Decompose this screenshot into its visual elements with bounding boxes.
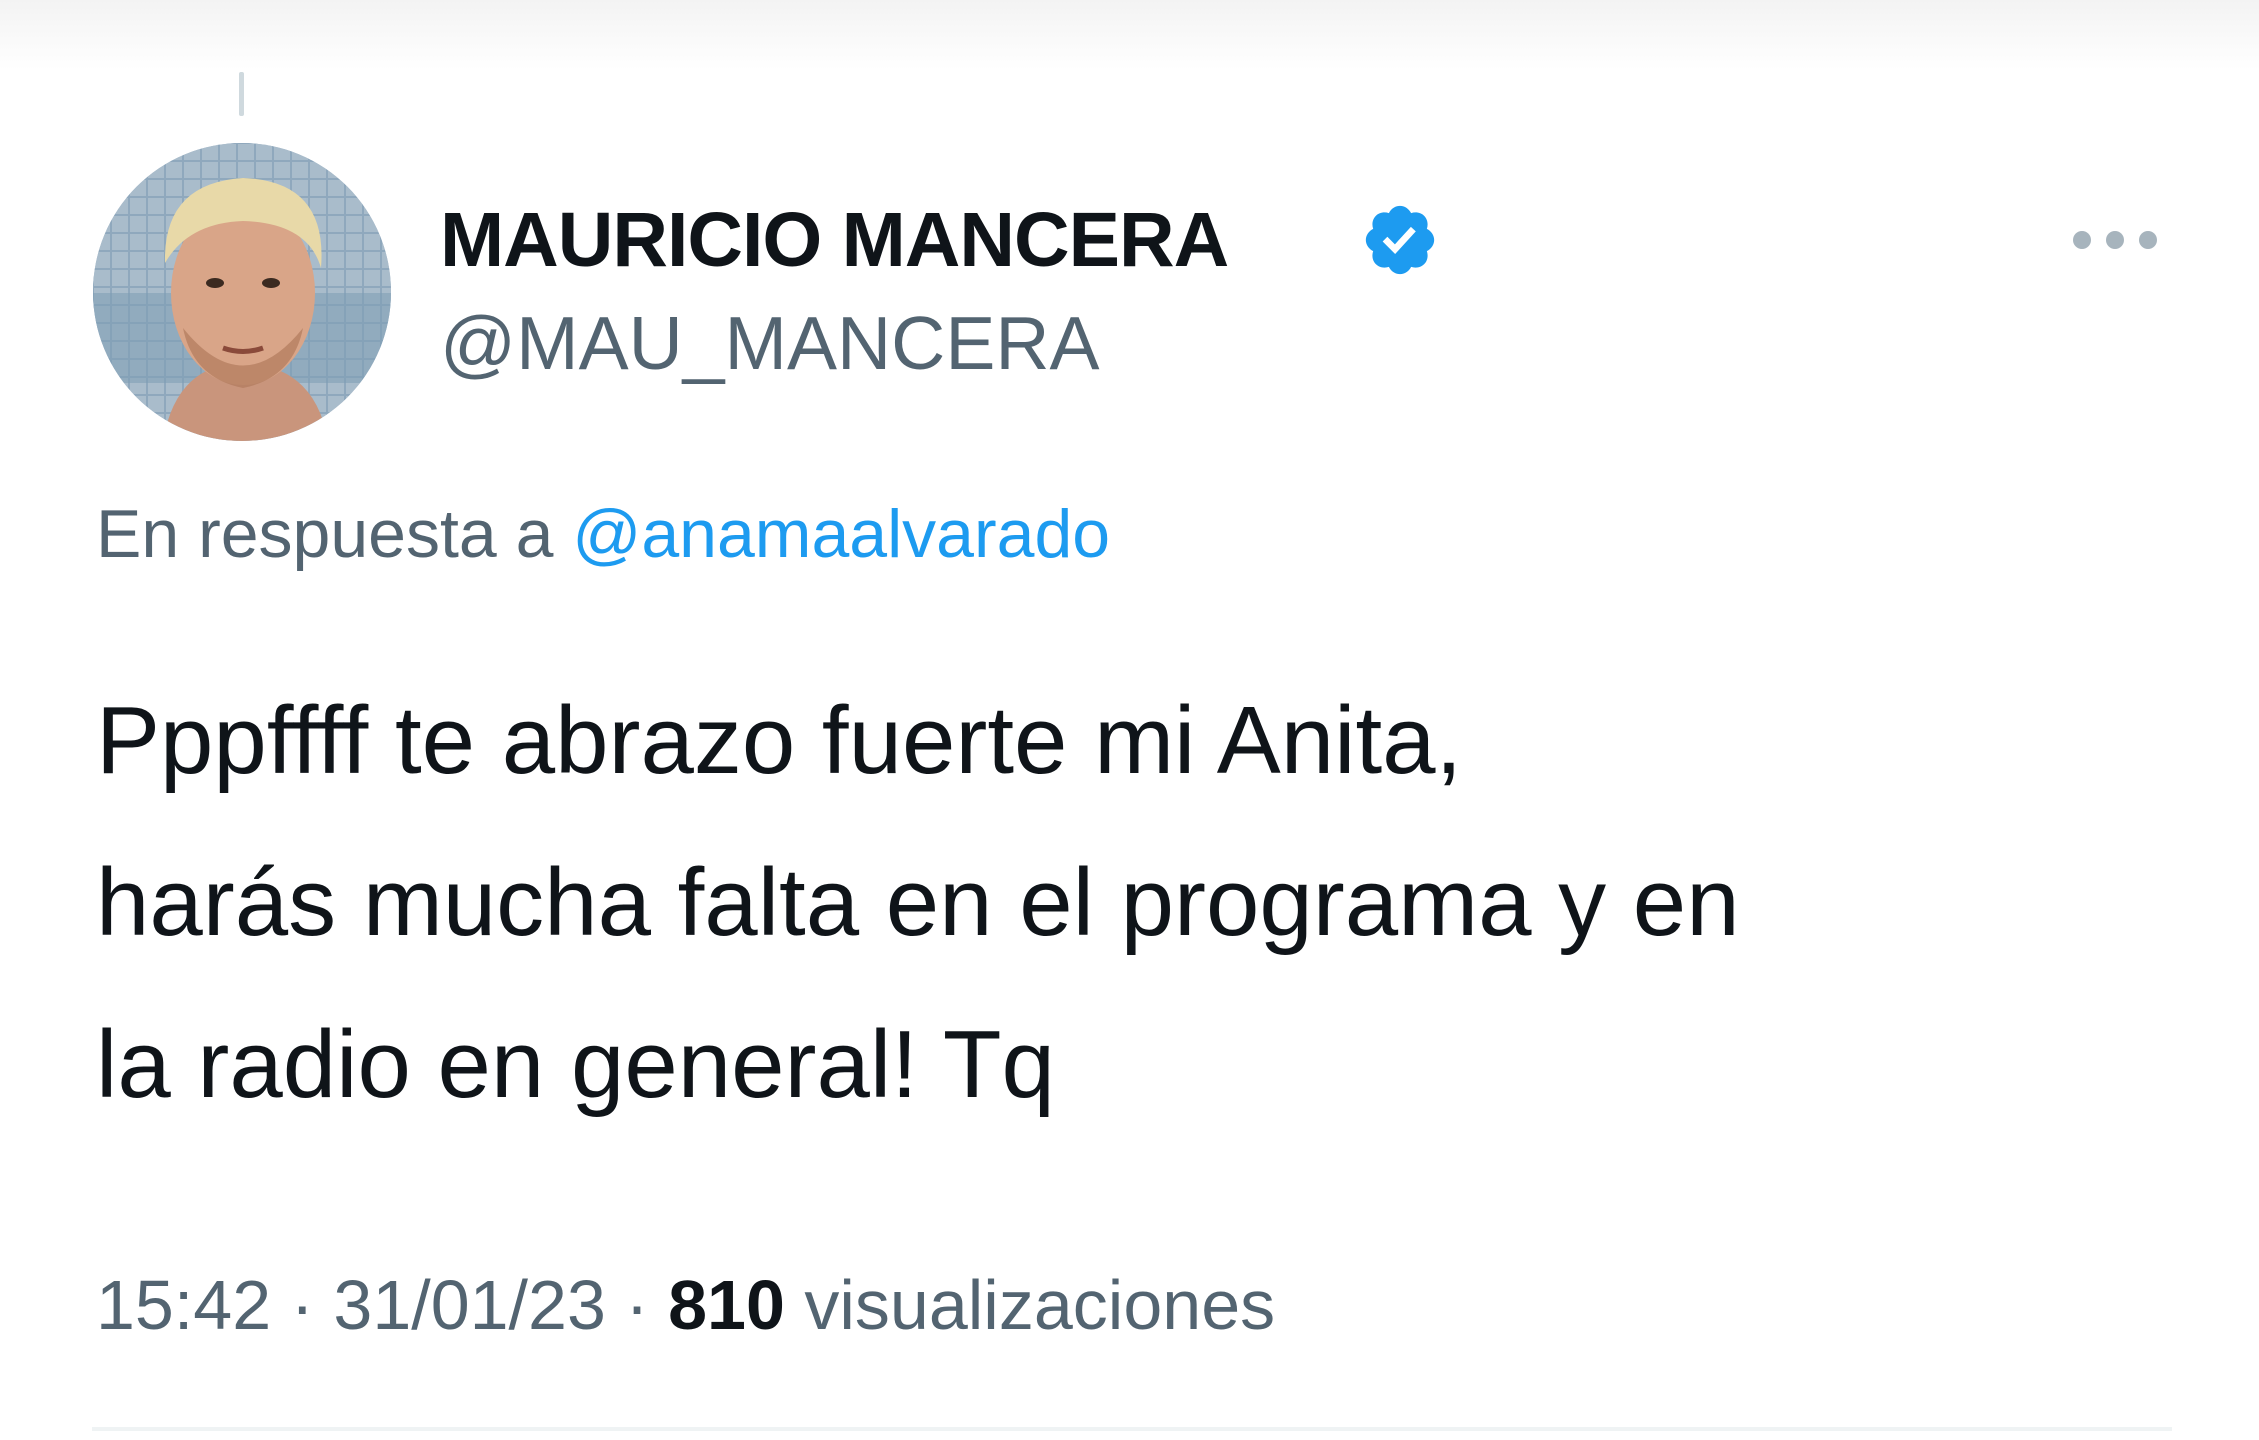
tweet-date[interactable]: 31/01/23 (333, 1266, 605, 1344)
more-options-icon[interactable] (2070, 225, 2160, 255)
tweet-text-line: la radio en general! Tq (96, 1011, 1055, 1118)
tweet-text: Pppffff te abrazo fuerte mi Anita, harás… (96, 660, 2196, 1146)
user-handle[interactable]: @MAU_MANCERA (440, 306, 1100, 381)
tweet-text-line: Pppffff te abrazo fuerte mi Anita, (96, 687, 1463, 794)
reply-context: En respuesta a @anamaalvarado (96, 500, 1110, 568)
reply-mention-link[interactable]: @anamaalvarado (572, 496, 1110, 572)
reply-prefix: En respuesta a (96, 496, 573, 572)
thread-connector-line (239, 72, 244, 116)
avatar[interactable] (93, 143, 391, 441)
tweet-screenshot: MAURICIO MANCERA @MAU_MANCERA En respues… (0, 0, 2259, 1440)
verified-badge-icon (1365, 205, 1435, 275)
views-count: 810 (668, 1266, 785, 1344)
avatar-image (93, 143, 391, 441)
views-label: visualizaciones (784, 1266, 1276, 1344)
tweet-text-line: harás mucha falta en el programa y en (96, 849, 1740, 956)
divider (92, 1427, 2172, 1431)
tweet-time[interactable]: 15:42 (96, 1266, 271, 1344)
display-name[interactable]: MAURICIO MANCERA (440, 202, 1229, 279)
meta-separator: · (605, 1266, 669, 1344)
meta-separator: · (271, 1266, 334, 1344)
tweet-metadata: 15:42 · 31/01/23 · 810 visualizaciones (96, 1270, 1275, 1340)
top-fade (0, 0, 2259, 70)
